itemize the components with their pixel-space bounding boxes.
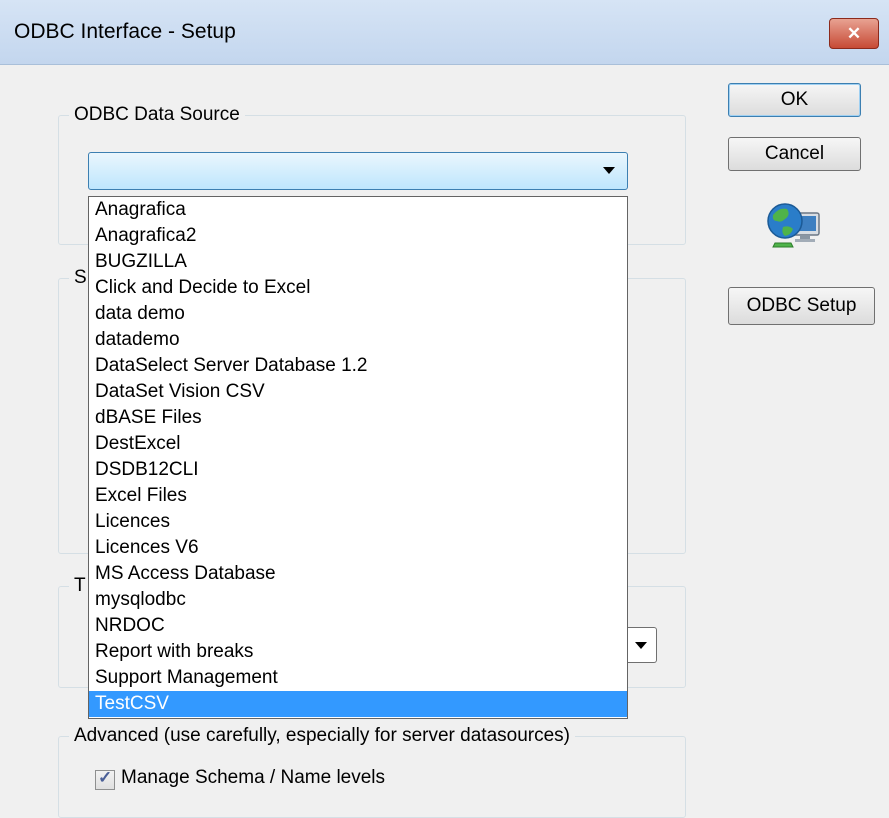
chevron-down-icon: [635, 642, 647, 649]
list-item[interactable]: datademo: [89, 327, 627, 353]
network-globe-icon: [763, 195, 823, 255]
list-item[interactable]: Anagrafica: [89, 197, 627, 223]
close-button[interactable]: ✕: [829, 18, 879, 49]
list-item[interactable]: DataSelect Server Database 1.2: [89, 353, 627, 379]
list-item[interactable]: DestExcel: [89, 431, 627, 457]
manage-schema-label: Manage Schema / Name levels: [121, 767, 386, 788]
chevron-down-icon: [603, 167, 615, 174]
odbc-setup-button[interactable]: ODBC Setup: [728, 287, 875, 325]
list-item[interactable]: Licences: [89, 509, 627, 535]
list-item-highlighted[interactable]: TestCSV: [89, 691, 627, 717]
advanced-group-legend: Advanced (use carefully, especially for …: [69, 725, 575, 747]
odbc-data-source-legend: ODBC Data Source: [69, 104, 245, 126]
title-bar: ODBC Interface - Setup ✕: [0, 0, 889, 65]
list-item[interactable]: Report with breaks: [89, 639, 627, 665]
cancel-button[interactable]: Cancel: [728, 137, 861, 171]
ok-button[interactable]: OK: [728, 83, 861, 117]
list-item[interactable]: DSDB12CLI: [89, 457, 627, 483]
window-title: ODBC Interface - Setup: [14, 20, 236, 43]
ok-button-label: OK: [780, 89, 809, 110]
list-item[interactable]: Click and Decide to Excel: [89, 275, 627, 301]
list-item[interactable]: Anagrafica2: [89, 223, 627, 249]
odbc-data-source-combo[interactable]: [88, 152, 628, 190]
list-item[interactable]: dBASE Files: [89, 405, 627, 431]
list-item[interactable]: DataSet Vision CSV: [89, 379, 627, 405]
list-item[interactable]: NRDOC: [89, 613, 627, 639]
list-item[interactable]: MS Access Database: [89, 561, 627, 587]
list-item[interactable]: Licences V6: [89, 535, 627, 561]
checkmark-icon: ✓: [98, 768, 113, 787]
data-source-dropdown-list[interactable]: Anagrafica Anagrafica2 BUGZILLA Click an…: [88, 196, 628, 719]
third-group-combo-arrow[interactable]: [626, 627, 657, 663]
list-item[interactable]: BUGZILLA: [89, 249, 627, 275]
close-icon: ✕: [846, 24, 862, 43]
cancel-button-label: Cancel: [764, 143, 825, 164]
list-item[interactable]: data demo: [89, 301, 627, 327]
list-item[interactable]: Support Management: [89, 665, 627, 691]
list-item[interactable]: Excel Files: [89, 483, 627, 509]
list-item[interactable]: mysqlodbc: [89, 587, 627, 613]
odbc-setup-button-label: ODBC Setup: [746, 295, 857, 316]
manage-schema-checkbox[interactable]: ✓: [95, 768, 115, 790]
